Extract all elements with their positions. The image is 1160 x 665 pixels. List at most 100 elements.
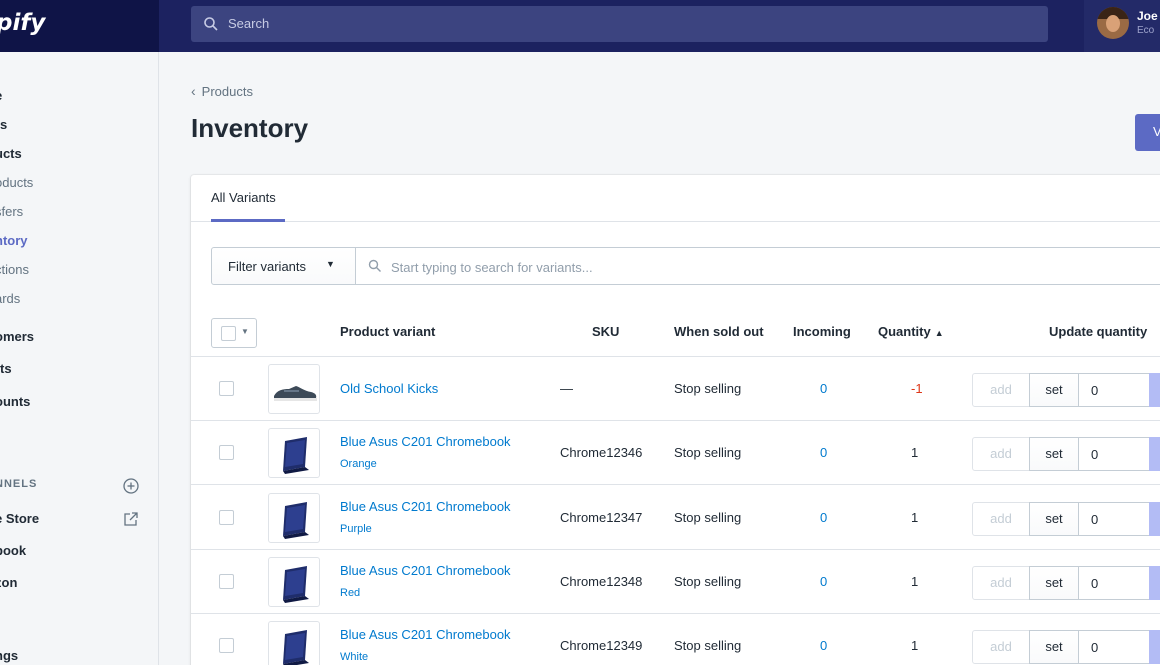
sidebar: e rs ucts oducts sfers ntory ctions ards omers rt… bbox=[0, 52, 159, 665]
set-quantity-button[interactable]: set bbox=[1029, 630, 1079, 665]
tab-all-variants[interactable]: All Variants bbox=[211, 190, 276, 205]
save-quantity-button[interactable] bbox=[1149, 565, 1160, 600]
sku-value: Chrome12349 bbox=[560, 638, 643, 654]
sidebar-item[interactable]: oducts bbox=[0, 175, 33, 190]
search-input[interactable]: Search bbox=[228, 16, 269, 31]
sidebar-item[interactable]: omers bbox=[0, 329, 34, 344]
variant-option[interactable]: Orange bbox=[340, 458, 377, 470]
when-sold-out-value: Stop selling bbox=[674, 573, 742, 589]
table-row: Blue Asus C201 Chromebook Red Chrome12348 S… bbox=[191, 550, 1160, 614]
save-quantity-button[interactable] bbox=[1149, 501, 1160, 536]
row-checkbox[interactable] bbox=[219, 638, 234, 654]
sidebar-item[interactable]: ards bbox=[0, 291, 20, 306]
search-icon bbox=[204, 17, 218, 31]
product-variant-link[interactable]: Old School Kicks bbox=[340, 381, 438, 396]
set-quantity-button[interactable]: set bbox=[1029, 565, 1079, 600]
product-variant-link[interactable]: Blue Asus C201 Chromebook bbox=[340, 434, 511, 449]
row-checkbox[interactable] bbox=[219, 445, 234, 461]
sidebar-item[interactable]: rs bbox=[0, 117, 7, 132]
logo-area[interactable]: pify bbox=[0, 0, 159, 52]
incoming-link[interactable]: 0 bbox=[820, 574, 827, 589]
breadcrumb[interactable]: ‹ Products bbox=[191, 83, 253, 99]
sku-value: Chrome12347 bbox=[560, 509, 643, 525]
add-quantity-button[interactable]: add bbox=[972, 373, 1030, 407]
incoming-link[interactable]: 0 bbox=[820, 638, 827, 653]
breadcrumb-products[interactable]: Products bbox=[202, 84, 253, 99]
set-quantity-button[interactable]: set bbox=[1029, 437, 1079, 472]
row-checkbox[interactable] bbox=[219, 381, 234, 396]
user-store: Eco bbox=[1137, 25, 1155, 36]
global-search[interactable]: Search bbox=[191, 6, 1048, 42]
header-quantity[interactable]: Quantity ▲ bbox=[878, 324, 944, 339]
set-quantity-button[interactable]: set bbox=[1029, 373, 1079, 407]
quantity-input[interactable]: 0 bbox=[1078, 630, 1150, 665]
sku-value: Chrome12348 bbox=[560, 573, 643, 589]
external-link-icon[interactable] bbox=[122, 510, 140, 528]
variant-option[interactable]: Red bbox=[340, 587, 360, 599]
avatar[interactable] bbox=[1097, 7, 1129, 39]
top-bar: pify Search Joe Eco bbox=[0, 0, 1160, 52]
select-all-checkbox[interactable] bbox=[221, 326, 236, 341]
active-tab-indicator bbox=[211, 219, 285, 222]
header-product-variant: Product variant bbox=[340, 324, 436, 339]
variant-search[interactable]: Start typing to search for variants... bbox=[355, 247, 1160, 285]
product-thumbnail bbox=[268, 621, 320, 665]
user-name: Joe bbox=[1137, 9, 1158, 23]
header-quantity-label: Quantity bbox=[878, 324, 931, 339]
quantity-input[interactable]: 0 bbox=[1078, 373, 1150, 407]
set-quantity-button[interactable]: set bbox=[1029, 501, 1079, 536]
user-menu[interactable]: Joe Eco bbox=[1084, 0, 1160, 52]
sku-value: Chrome12346 bbox=[560, 445, 643, 461]
incoming-link[interactable]: 0 bbox=[820, 510, 827, 525]
variant-search-input[interactable]: Start typing to search for variants... bbox=[391, 260, 593, 275]
save-quantity-button[interactable] bbox=[1149, 630, 1160, 665]
product-variant-link[interactable]: Blue Asus C201 Chromebook bbox=[340, 627, 511, 642]
sidebar-item[interactable]: ucts bbox=[0, 146, 22, 161]
sidebar-item[interactable]: ntory bbox=[0, 233, 28, 248]
table-row: Old School Kicks — Stop selling 0 -1 add set 0 bbox=[191, 357, 1160, 421]
primary-action-button[interactable]: V bbox=[1135, 114, 1160, 151]
sidebar-item[interactable]: rts bbox=[0, 361, 12, 376]
caret-down-icon: ▼ bbox=[326, 259, 335, 269]
save-quantity-button[interactable] bbox=[1149, 437, 1160, 472]
variant-option[interactable]: White bbox=[340, 651, 368, 663]
filter-variants-button[interactable]: Filter variants ▼ bbox=[211, 247, 356, 285]
add-quantity-button[interactable]: add bbox=[972, 501, 1030, 536]
sku-value: — bbox=[560, 381, 573, 396]
sidebar-item[interactable]: sfers bbox=[0, 204, 23, 219]
quantity-input[interactable]: 0 bbox=[1078, 501, 1150, 536]
caret-down-icon[interactable]: ▼ bbox=[241, 327, 249, 336]
row-checkbox[interactable] bbox=[219, 573, 234, 589]
product-variant-link[interactable]: Blue Asus C201 Chromebook bbox=[340, 499, 511, 514]
tab-bar: All Variants bbox=[191, 175, 1160, 222]
sidebar-item[interactable]: book bbox=[0, 543, 26, 558]
add-quantity-button[interactable]: add bbox=[972, 437, 1030, 472]
table-row: Blue Asus C201 Chromebook White Chrome1234… bbox=[191, 614, 1160, 665]
header-when-sold-out: When sold out bbox=[674, 324, 764, 339]
incoming-link[interactable]: 0 bbox=[820, 445, 827, 460]
shopify-logo[interactable]: pify bbox=[0, 10, 45, 36]
sidebar-item[interactable]: ngs bbox=[0, 648, 18, 663]
product-variant-link[interactable]: Blue Asus C201 Chromebook bbox=[340, 563, 511, 578]
quantity-input[interactable]: 0 bbox=[1078, 437, 1150, 472]
quantity-value: 1 bbox=[911, 445, 919, 461]
when-sold-out-value: Stop selling bbox=[674, 381, 742, 396]
add-quantity-button[interactable]: add bbox=[972, 630, 1030, 665]
sidebar-item[interactable]: ounts bbox=[0, 394, 30, 409]
sidebar-item[interactable]: zon bbox=[0, 575, 17, 590]
sidebar-item[interactable]: e bbox=[0, 88, 2, 103]
quantity-input[interactable]: 0 bbox=[1078, 565, 1150, 600]
add-channel-icon[interactable] bbox=[122, 477, 140, 495]
when-sold-out-value: Stop selling bbox=[674, 638, 742, 654]
header-update-quantity: Update quantity bbox=[1049, 324, 1148, 339]
add-quantity-button[interactable]: add bbox=[972, 565, 1030, 600]
sort-ascending-icon[interactable]: ▲ bbox=[935, 328, 944, 338]
variant-option[interactable]: Purple bbox=[340, 523, 372, 535]
save-quantity-button[interactable] bbox=[1149, 373, 1160, 407]
bulk-select[interactable]: ▼ bbox=[211, 318, 257, 348]
header-incoming: Incoming bbox=[793, 324, 851, 339]
sidebar-item[interactable]: e Store bbox=[0, 511, 39, 526]
row-checkbox[interactable] bbox=[219, 509, 234, 525]
incoming-link[interactable]: 0 bbox=[820, 381, 827, 396]
sidebar-item[interactable]: ctions bbox=[0, 262, 29, 277]
